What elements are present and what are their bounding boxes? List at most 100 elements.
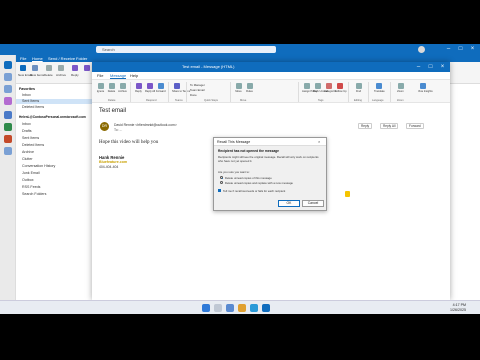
todo-icon[interactable]: [4, 97, 12, 105]
tab-help[interactable]: Help: [130, 73, 138, 78]
folder-item[interactable]: RSS Feeds: [22, 185, 40, 189]
reply-icon[interactable]: [72, 65, 78, 71]
close-icon[interactable]: ×: [468, 45, 477, 53]
folder-item[interactable]: Outbox: [22, 178, 34, 182]
folder-item[interactable]: Inbox: [22, 122, 31, 126]
minimize-icon[interactable]: –: [414, 63, 423, 71]
archive-icon[interactable]: [58, 65, 64, 71]
share-to-teams-label: Share to Teams: [172, 90, 191, 93]
sender-avatar[interactable]: DR: [100, 122, 109, 131]
categorize-label: Categorize: [324, 90, 337, 93]
folder-item[interactable]: Search Folders: [22, 192, 46, 196]
menu-folder[interactable]: Folder: [76, 55, 87, 62]
folder-item[interactable]: Conversation History: [22, 164, 55, 168]
delete-label: Delete: [107, 90, 116, 93]
menu-home[interactable]: Home: [32, 55, 43, 62]
reply-icon: [135, 83, 142, 89]
folder-item[interactable]: Drafts: [22, 129, 32, 133]
people-icon[interactable]: [4, 85, 12, 93]
radio-delete-and-replace[interactable]: [220, 181, 223, 184]
folder-item[interactable]: Inbox: [22, 93, 31, 97]
viva-insights-button[interactable]: Viva Insights: [418, 83, 433, 96]
search-icon: [355, 83, 362, 89]
assign-policy-button[interactable]: Assign Policy: [302, 83, 317, 96]
maximize-icon[interactable]: □: [426, 63, 435, 71]
forward-button[interactable]: Forward: [406, 123, 424, 129]
translate-button[interactable]: Translate: [374, 83, 385, 96]
powerpoint-icon[interactable]: [4, 135, 12, 143]
ribbon-label-new-items: New Items: [30, 73, 45, 77]
folder-item[interactable]: Junk Email: [22, 171, 40, 175]
ribbon-label-archive: Archive: [56, 73, 67, 77]
reply-all-button[interactable]: Reply All: [145, 83, 155, 96]
dialog-titlebar: Recall This Message ×: [214, 138, 326, 146]
translate-icon: [375, 83, 382, 89]
edge-icon[interactable]: [250, 304, 258, 312]
option-delete-and-replace-label: Delete unread copies and replace with a …: [225, 180, 293, 185]
radio-delete-unread[interactable]: [220, 176, 223, 179]
zoom-button[interactable]: Zoom: [396, 83, 405, 96]
folder-item[interactable]: Deleted Items: [22, 143, 44, 147]
ok-button[interactable]: OK: [278, 200, 300, 207]
delete-icon[interactable]: [46, 65, 52, 71]
cancel-button[interactable]: Cancel: [302, 200, 324, 207]
start-icon[interactable]: [202, 304, 210, 312]
word-icon[interactable]: [4, 111, 12, 119]
ignore-button[interactable]: Ignore: [96, 83, 105, 96]
folder-item[interactable]: Deleted Items: [22, 105, 44, 109]
account-header[interactable]: HelenL@ContosoPersonal.onmicrosoft.com: [19, 115, 86, 119]
calendar-icon[interactable]: [4, 73, 12, 81]
reply-all-button[interactable]: Reply All: [380, 123, 399, 129]
quickstep-team-email[interactable]: Team Email: [190, 88, 205, 92]
new-email-icon[interactable]: [20, 65, 26, 71]
excel-icon[interactable]: [4, 123, 12, 131]
maximize-icon[interactable]: □: [456, 45, 465, 53]
share-to-teams-button[interactable]: Share to Teams: [172, 83, 191, 96]
account-avatar[interactable]: [418, 46, 425, 53]
checkbox-tell-me[interactable]: [218, 189, 221, 192]
search-icon[interactable]: [214, 304, 222, 312]
categorize-button[interactable]: Categorize: [324, 83, 337, 96]
quickstep-done[interactable]: Done: [190, 93, 197, 97]
delete-button[interactable]: Delete: [107, 83, 116, 96]
dialog-heading: Recipient has not opened the message: [218, 149, 280, 153]
signature-website[interactable]: Bluefeature.com: [99, 160, 127, 164]
minimize-icon[interactable]: –: [444, 45, 453, 53]
sender-address[interactable]: David Rennie <hfierdmnkt@outlook.com>: [114, 123, 177, 127]
archive-button[interactable]: Archive: [118, 83, 127, 96]
menu-file[interactable]: File: [20, 55, 26, 62]
folder-item[interactable]: Sent Items: [22, 99, 39, 103]
reply-button[interactable]: Reply: [358, 123, 373, 129]
new-items-icon[interactable]: [32, 65, 38, 71]
menu-send-receive[interactable]: Send / Receive: [48, 55, 75, 62]
tab-file[interactable]: File: [97, 73, 103, 78]
taskbar-clock[interactable]: 4:17 PM 1/26/2025: [450, 303, 466, 313]
reply-all-icon[interactable]: [84, 65, 90, 71]
folder-item[interactable]: Sent Items: [22, 136, 39, 140]
mark-unread-button[interactable]: Mark Unread: [313, 83, 328, 96]
group-quick-steps: Quick Steps: [204, 99, 218, 102]
apps-icon[interactable]: [4, 147, 12, 155]
group-tags: Tags: [318, 99, 324, 102]
policy-icon: [303, 83, 310, 89]
forward-button[interactable]: Forward: [156, 83, 166, 96]
favorites-header[interactable]: Favorites: [19, 87, 35, 91]
close-icon[interactable]: ×: [318, 139, 320, 145]
folder-item[interactable]: Archive: [22, 150, 34, 154]
close-icon[interactable]: ×: [438, 63, 447, 71]
search-input[interactable]: Search: [96, 46, 276, 53]
find-button[interactable]: Find: [354, 83, 363, 96]
outlook-icon[interactable]: [262, 304, 270, 312]
quickstep-to-manager[interactable]: To Manager: [190, 83, 205, 87]
rules-button[interactable]: Rules: [245, 83, 254, 96]
dialog-title: Recall This Message: [217, 140, 251, 144]
move-button[interactable]: Move: [234, 83, 243, 96]
follow-up-button[interactable]: Follow Up: [335, 83, 347, 96]
mail-icon[interactable]: [4, 61, 12, 69]
message-subject: Test email: [99, 108, 127, 114]
reply-button[interactable]: Reply: [134, 83, 143, 96]
file-explorer-icon[interactable]: [238, 304, 246, 312]
task-view-icon[interactable]: [226, 304, 234, 312]
folder-item[interactable]: Clutter: [22, 157, 33, 161]
zoom-label: Zoom: [397, 90, 404, 93]
